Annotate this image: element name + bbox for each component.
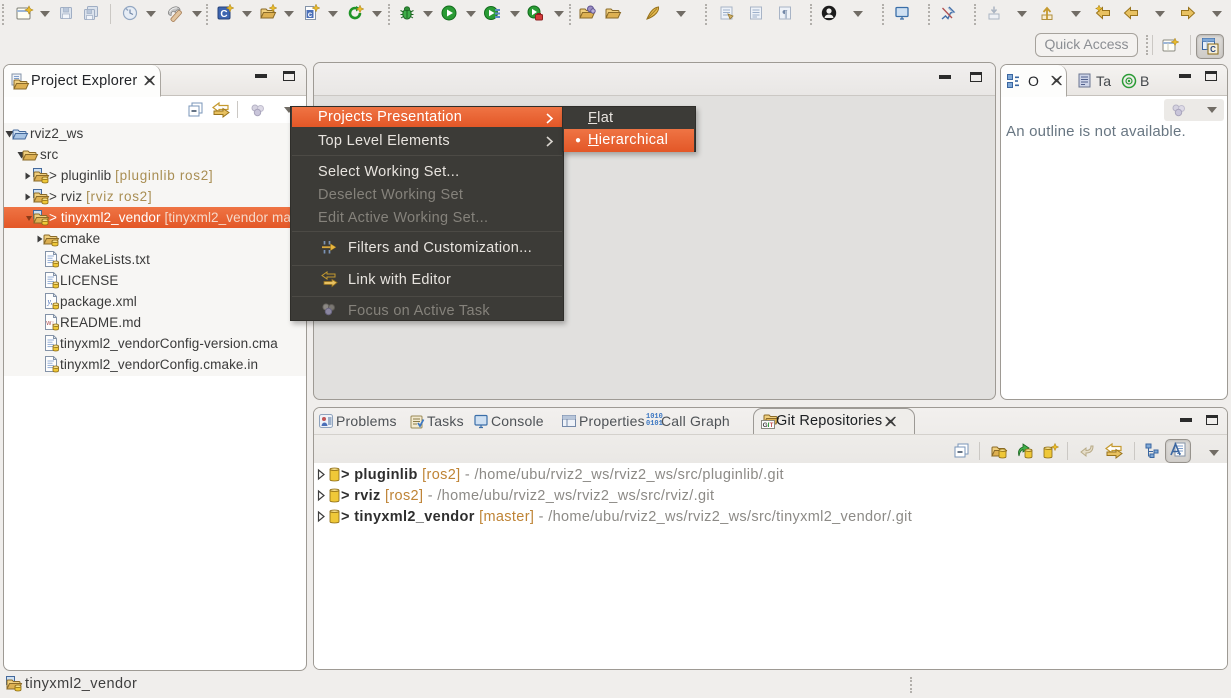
svg-text:c: c [308, 10, 313, 19]
svg-text:GIT: GIT [763, 422, 774, 429]
svg-text:C: C [220, 9, 227, 20]
svg-text:C: C [1210, 45, 1216, 54]
svg-text:y,: y, [46, 297, 52, 306]
svg-text:¶: ¶ [783, 8, 788, 20]
